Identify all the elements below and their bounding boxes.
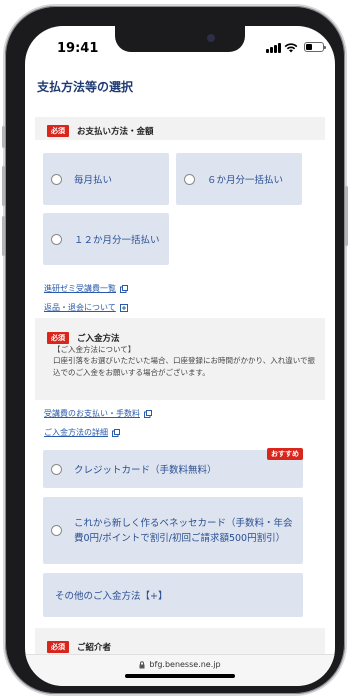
- home-indicator[interactable]: [125, 674, 235, 678]
- option-label: 毎月払い: [74, 175, 113, 186]
- external-link-icon: [144, 409, 152, 418]
- lock-icon: [139, 660, 145, 668]
- required-badge: 必須: [47, 332, 69, 344]
- link-label[interactable]: 返品・退会について: [44, 302, 116, 313]
- power-button: [345, 186, 348, 246]
- wifi-icon: [284, 43, 298, 53]
- option-6-months[interactable]: ６か月分一括払い: [176, 153, 302, 205]
- required-badge: 必須: [47, 125, 69, 137]
- deposit-note-title: 【ご入金方法について】: [53, 345, 136, 354]
- radio-button[interactable]: [51, 463, 62, 475]
- option-label: クレジットカード（手数料無料）: [74, 465, 217, 476]
- link-label[interactable]: 進研ゼミ受講費一覧: [44, 283, 116, 294]
- deposit-method-options: 受講費のお支払い・手数料 ご入金方法の詳細 クレジットカード（手数料無料） おす…: [35, 400, 325, 630]
- link-fees[interactable]: 受講費のお支払い・手数料: [44, 408, 152, 419]
- option-label: ６か月分一括払い: [207, 175, 284, 186]
- notch: [115, 26, 245, 52]
- battery-icon: [304, 42, 326, 52]
- required-badge: 必須: [47, 641, 69, 653]
- volume-up-button: [2, 166, 5, 206]
- plus-box-icon: [119, 303, 128, 312]
- option-monthly[interactable]: 毎月払い: [43, 153, 169, 205]
- phone-frame: 19:41 支払方法等の選択 必須 お支払い方法・金額 毎月払い ６か月分一括払…: [2, 6, 348, 694]
- link-return-policy[interactable]: 返品・退会について: [44, 302, 128, 313]
- option-label: これから新しく作るベネッセカード（手数料・年会費0円/ポイントで割引/初回ご請求…: [74, 517, 293, 544]
- option-benesse-card[interactable]: これから新しく作るベネッセカード（手数料・年会費0円/ポイントで割引/初回ご請求…: [43, 497, 303, 564]
- option-label: １２か月分一括払い: [74, 235, 160, 246]
- link-deposit-details[interactable]: ご入金方法の詳細: [44, 427, 120, 438]
- option-credit-card[interactable]: クレジットカード（手数料無料） おすすめ: [43, 448, 303, 488]
- radio-button[interactable]: [51, 173, 62, 185]
- section-deposit-header: 必須 ご入金方法: [47, 332, 120, 344]
- address-display[interactable]: bfg.benesse.ne.jp: [25, 660, 335, 669]
- section-payment-method-header: 必須 お支払い方法・金額: [47, 125, 154, 137]
- section-title: お支払い方法・金額: [77, 127, 154, 137]
- toggle-label[interactable]: その他のご入金方法【+】: [55, 588, 167, 602]
- deposit-note-body: 口座引落をお選びいただいた場合、口座登録にお時間がかかり、入れ違いで振込でのご入…: [53, 356, 315, 377]
- front-camera: [207, 34, 215, 42]
- mute-switch: [2, 126, 5, 148]
- recommended-badge: おすすめ: [267, 448, 303, 460]
- page-title: 支払方法等の選択: [37, 80, 134, 94]
- external-link-icon: [120, 284, 128, 293]
- volume-down-button: [2, 216, 5, 256]
- url-text: bfg.benesse.ne.jp: [149, 660, 221, 669]
- link-fee-list[interactable]: 進研ゼミ受講費一覧: [44, 283, 128, 294]
- screen: 19:41 支払方法等の選択 必須 お支払い方法・金額 毎月払い ６か月分一括払…: [25, 26, 335, 686]
- section-title: ご入金方法: [77, 334, 120, 344]
- browser-address-bar[interactable]: bfg.benesse.ne.jp: [25, 654, 335, 686]
- external-link-icon: [112, 428, 120, 437]
- cellular-signal-icon: [266, 43, 281, 53]
- section-title: ご紹介者: [77, 643, 112, 653]
- radio-button[interactable]: [184, 173, 195, 185]
- radio-button[interactable]: [51, 525, 62, 536]
- other-deposit-methods-toggle[interactable]: その他のご入金方法【+】: [43, 573, 303, 617]
- page-content: 支払方法等の選択 必須 お支払い方法・金額 毎月払い ６か月分一括払い １２か月…: [25, 70, 335, 654]
- payment-plan-options: 毎月払い ６か月分一括払い １２か月分一括払い 進研ゼミ受講費一覧 返品・退会に…: [35, 140, 325, 318]
- link-label[interactable]: ご入金方法の詳細: [44, 427, 108, 438]
- link-label[interactable]: 受講費のお支払い・手数料: [44, 408, 140, 419]
- option-12-months[interactable]: １２か月分一括払い: [43, 213, 169, 265]
- radio-button[interactable]: [51, 233, 62, 245]
- section-referrer-header: 必須 ご紹介者: [47, 641, 111, 653]
- status-time: 19:41: [57, 41, 99, 56]
